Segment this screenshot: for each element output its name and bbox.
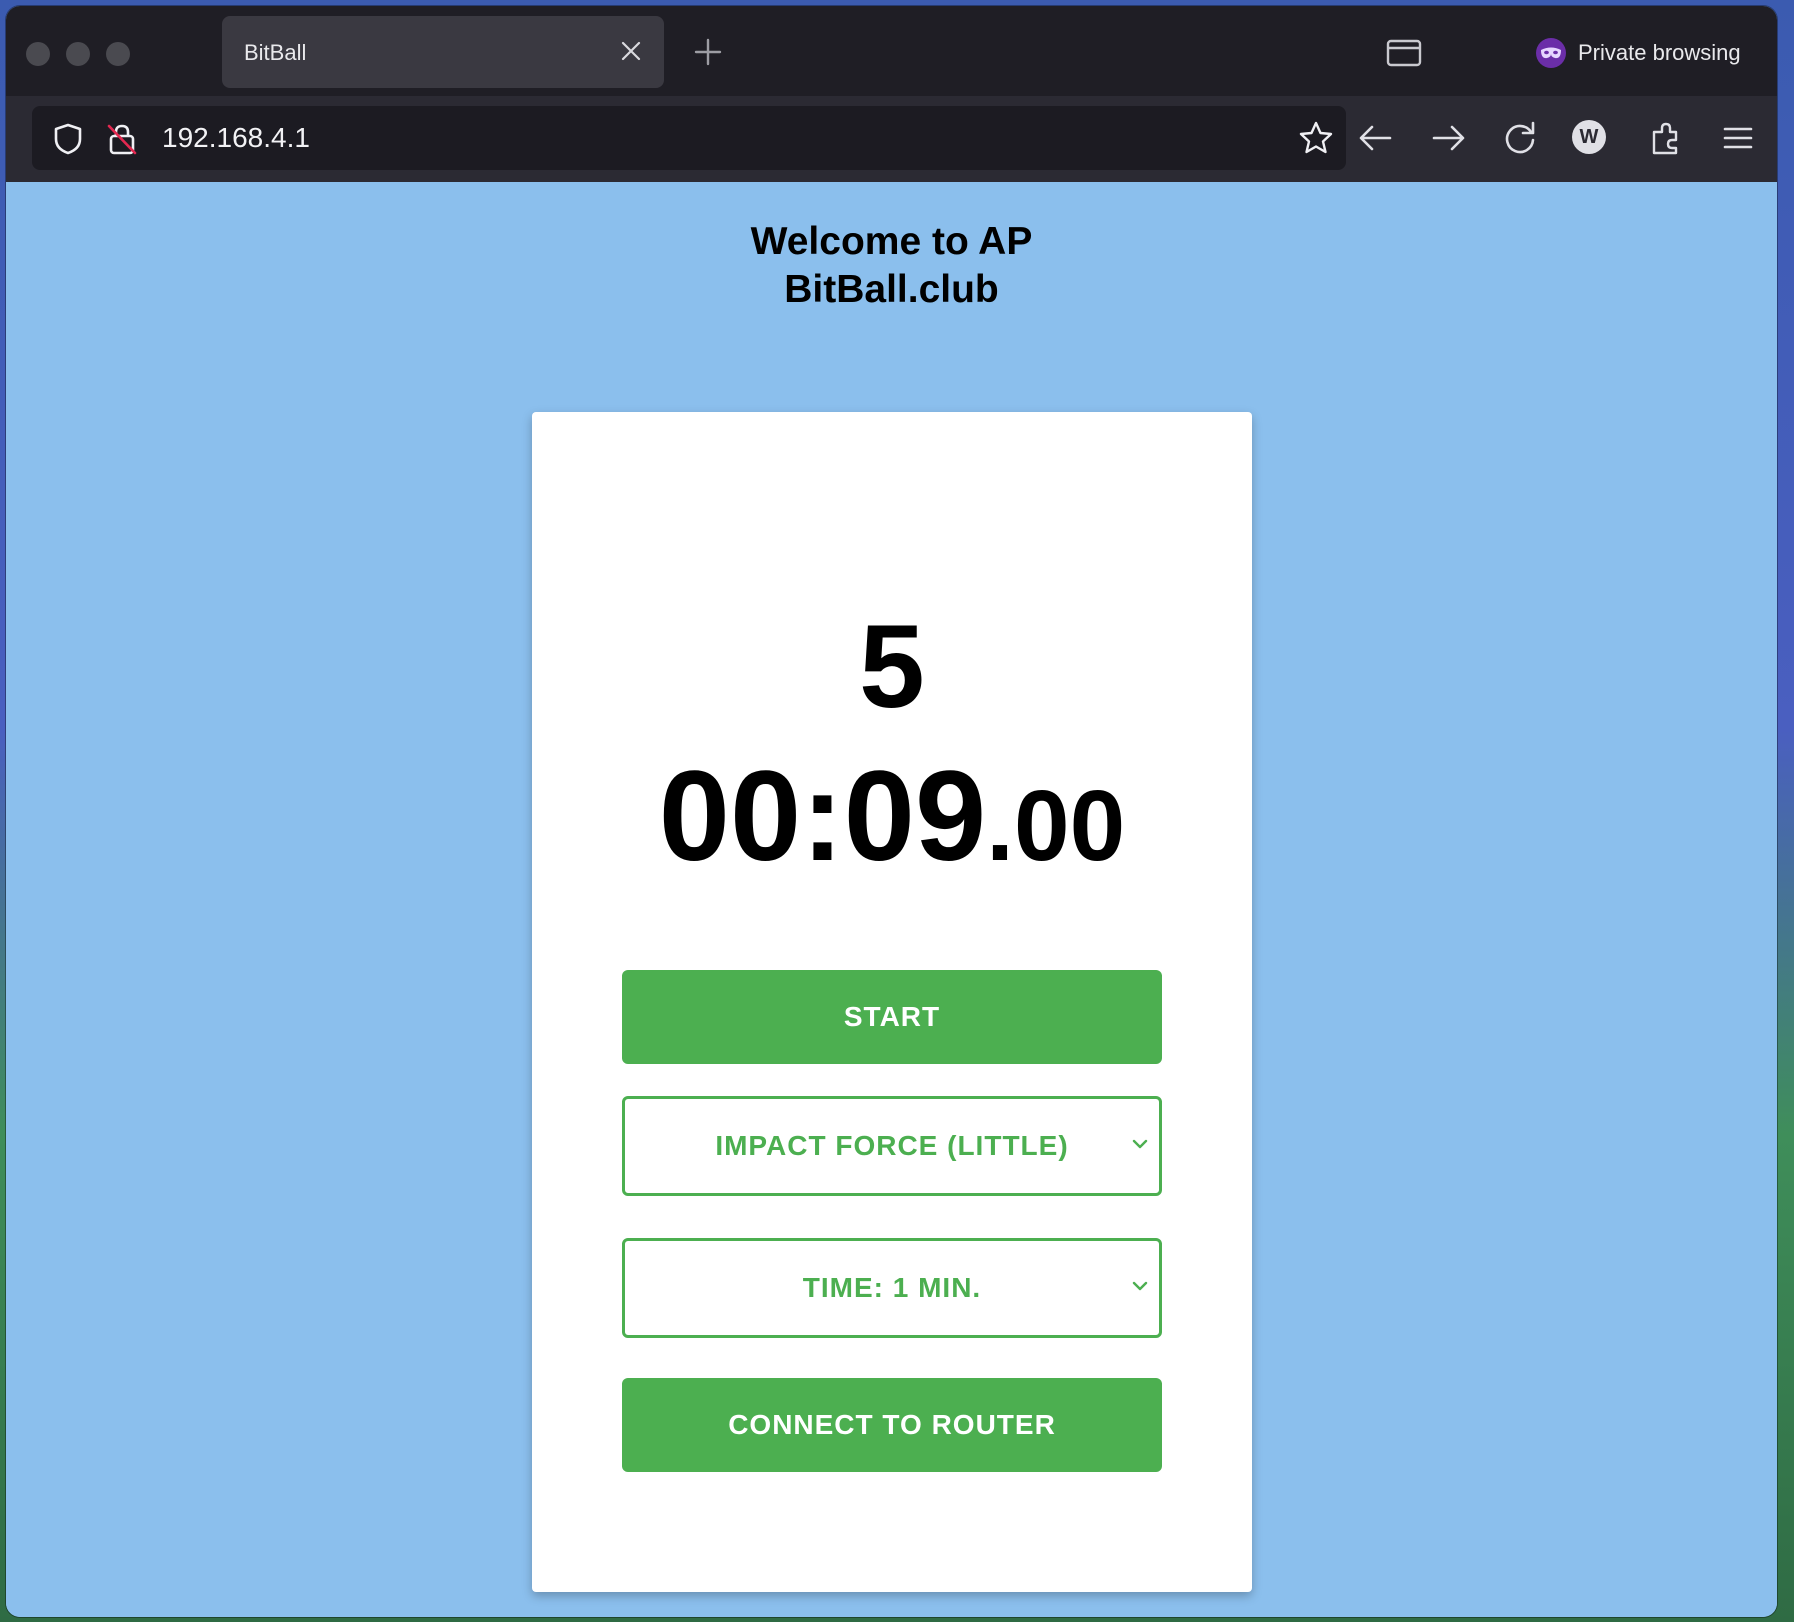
control-card: 5 00:09.00 START IMPACT FORCE (LITTLE) T… [532, 412, 1252, 1592]
start-button[interactable]: START [622, 970, 1162, 1064]
zoom-window-button[interactable] [106, 42, 130, 66]
timer-main: 00:09 [658, 745, 987, 888]
insecure-lock-icon[interactable] [106, 122, 138, 156]
private-browsing-indicator: Private browsing [1536, 36, 1741, 70]
page-heading: Welcome to AP BitBall.club [6, 218, 1777, 314]
url-text[interactable]: 192.168.4.1 [162, 122, 310, 154]
title-bar: BitBall Private browsing [6, 6, 1777, 96]
heading-line-1: Welcome to AP [750, 220, 1033, 263]
tab-title: BitBall [244, 40, 307, 65]
shield-icon[interactable] [52, 122, 84, 156]
connect-to-router-button[interactable]: CONNECT TO ROUTER [622, 1378, 1162, 1472]
browser-window: BitBall Private browsing 192.168.4.1 W W… [6, 6, 1777, 1617]
chevron-down-icon [1132, 1139, 1148, 1149]
tab-overview-icon[interactable] [1386, 38, 1422, 68]
extensions-puzzle-icon[interactable] [1646, 118, 1686, 158]
impact-force-select[interactable]: IMPACT FORCE (LITTLE) [622, 1096, 1162, 1196]
url-bar[interactable]: 192.168.4.1 [32, 106, 1346, 170]
forward-arrow-icon[interactable] [1428, 118, 1468, 158]
back-arrow-icon[interactable] [1356, 118, 1396, 158]
timer-fraction: .00 [986, 770, 1126, 882]
impact-force-value: IMPACT FORCE (LITTLE) [715, 1130, 1069, 1161]
extension-w-icon[interactable]: W [1572, 120, 1606, 154]
close-icon[interactable] [618, 38, 644, 64]
plus-icon[interactable] [692, 36, 724, 68]
timer-display: 00:09.00 [532, 742, 1252, 931]
web-page: Welcome to AP BitBall.club 5 00:09.00 ST… [6, 182, 1777, 1617]
close-window-button[interactable] [26, 42, 50, 66]
reload-icon[interactable] [1500, 118, 1540, 158]
time-value: TIME: 1 MIN. [802, 1272, 982, 1303]
counter-display: 5 [859, 601, 925, 733]
heading-line-2: BitBall.club [784, 268, 999, 311]
hamburger-menu-icon[interactable] [1718, 118, 1758, 158]
tab-bitball[interactable]: BitBall [222, 16, 664, 88]
private-browsing-label: Private browsing [1578, 40, 1741, 65]
private-mask-icon [1536, 38, 1566, 68]
time-select[interactable]: TIME: 1 MIN. [622, 1238, 1162, 1338]
minimize-window-button[interactable] [66, 42, 90, 66]
navigation-toolbar: 192.168.4.1 W [6, 96, 1777, 182]
bookmark-star-icon[interactable] [1298, 120, 1334, 156]
chevron-down-icon [1132, 1281, 1148, 1291]
